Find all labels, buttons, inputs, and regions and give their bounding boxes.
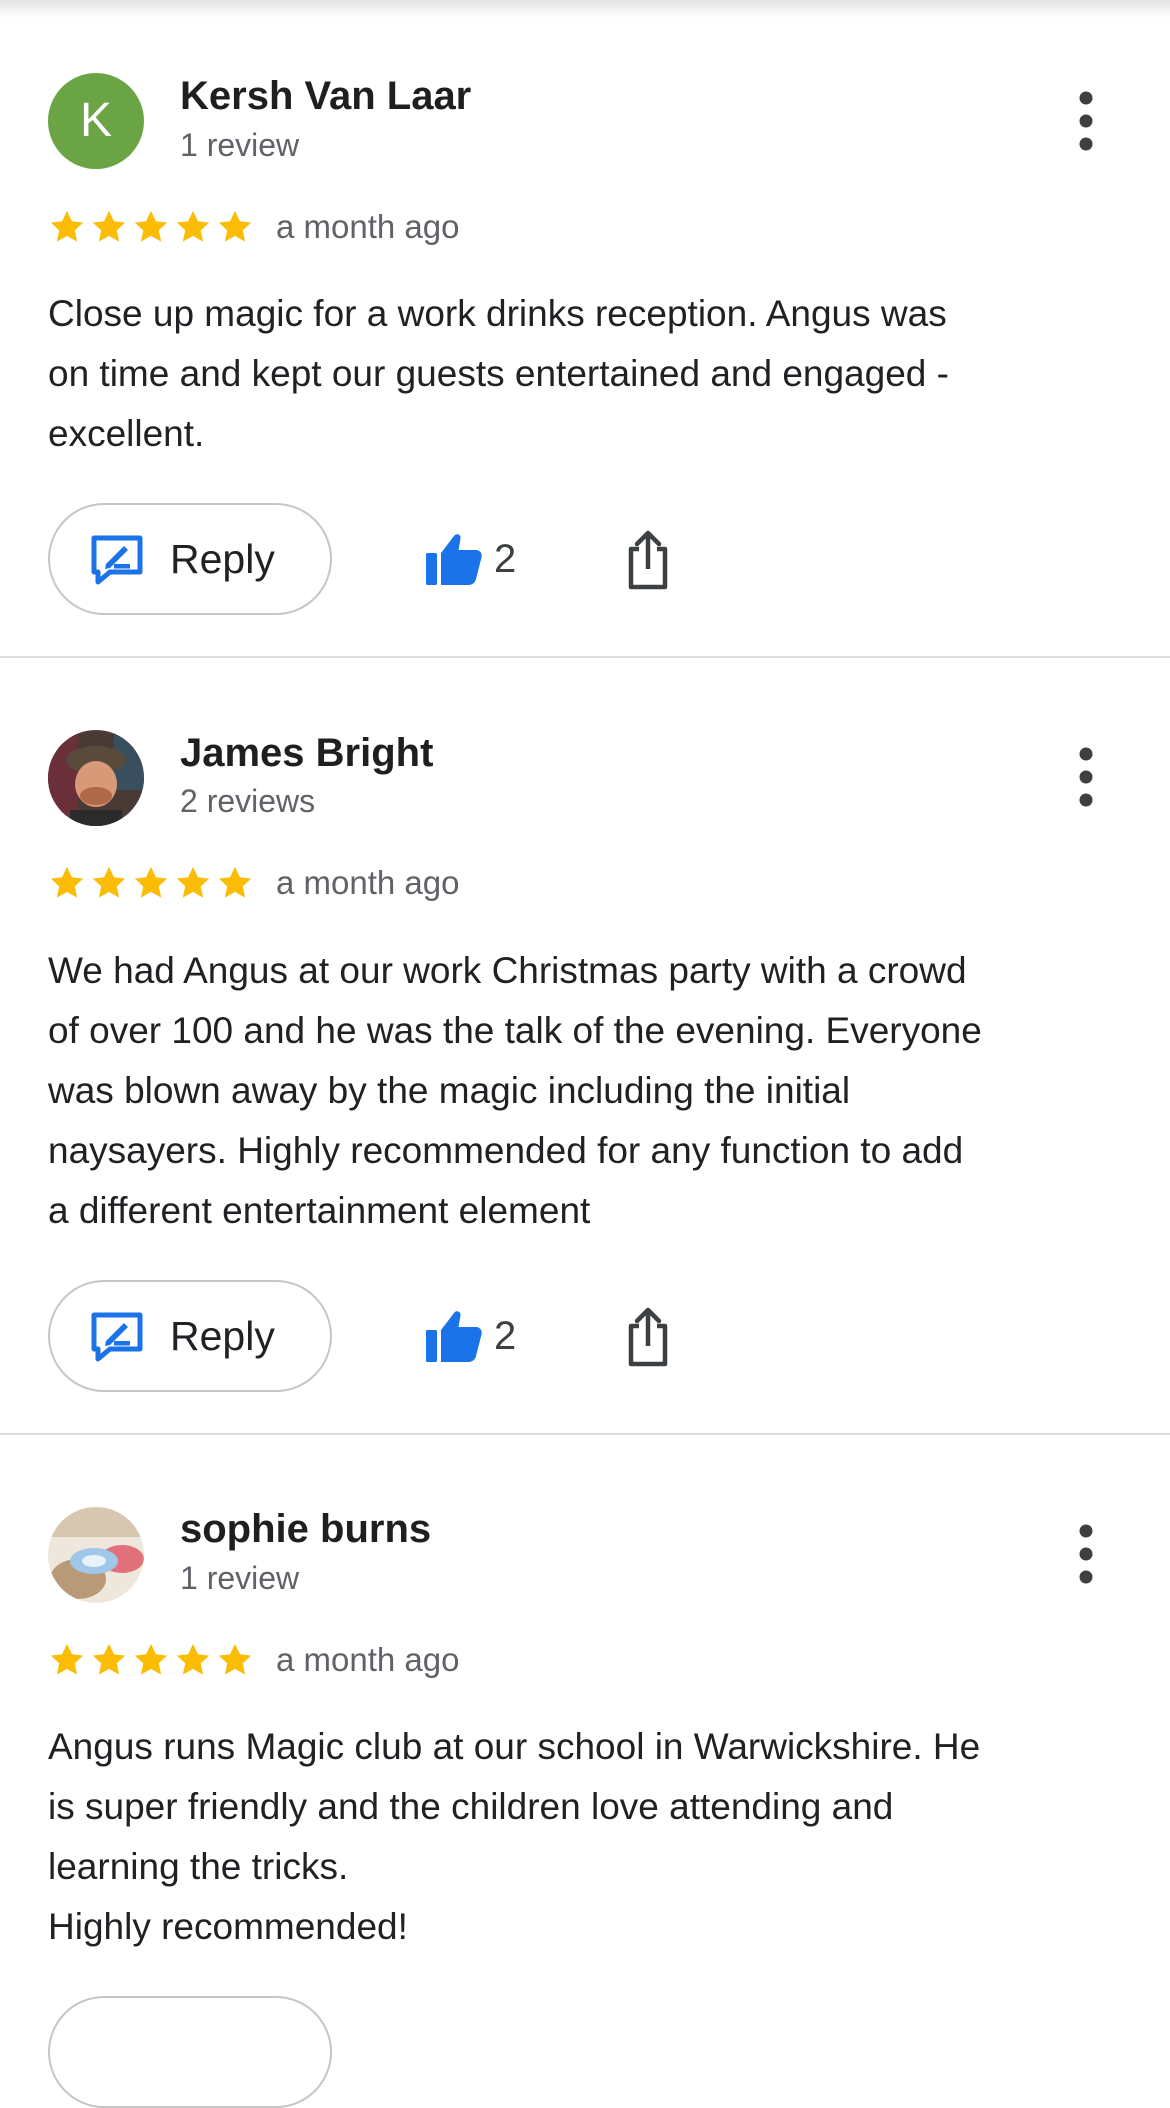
star-icon (174, 1641, 212, 1679)
more-vert-icon (1060, 1519, 1112, 1589)
reviewer-review-count: 1 review (180, 1560, 300, 1596)
more-options-button[interactable] (1060, 1519, 1112, 1589)
star-icon (48, 208, 86, 246)
star-icon (90, 208, 128, 246)
review-date: a month ago (276, 1641, 460, 1678)
like-button[interactable]: 2 (424, 1301, 516, 1371)
like-count: 2 (494, 1313, 517, 1358)
review-text: Close up magic for a work drinks recepti… (48, 293, 949, 454)
star-icon (48, 864, 86, 902)
star-icon (132, 1641, 170, 1679)
star-icon (216, 1641, 254, 1679)
reviewer-name[interactable]: Kersh Van Laar (180, 74, 471, 119)
star-rating (48, 1641, 254, 1679)
rating-row: a month ago (48, 1640, 459, 1680)
avatar-photo (48, 1507, 144, 1603)
review-date: a month ago (276, 864, 460, 901)
avatar[interactable] (48, 1507, 144, 1603)
more-options-button[interactable] (1060, 742, 1112, 812)
star-icon (174, 208, 212, 246)
rating-row: a month ago (48, 863, 459, 903)
star-icon (90, 1641, 128, 1679)
star-icon (216, 208, 254, 246)
reply-edit-icon (90, 1309, 144, 1363)
star-icon (48, 1641, 86, 1679)
review-text: We had Angus at our work Christmas party… (48, 950, 982, 1231)
star-icon (174, 864, 212, 902)
avatar-photo (48, 730, 144, 826)
reply-button[interactable]: Reply (48, 1280, 332, 1392)
thumb-up-icon (424, 529, 484, 589)
review-date: a month ago (276, 208, 460, 245)
review-text: Angus runs Magic club at our school in W… (48, 1726, 981, 1947)
rating-row: a month ago (48, 207, 459, 247)
reply-button[interactable]: Reply (48, 503, 332, 615)
reply-label: Reply (170, 1312, 275, 1359)
reply-button[interactable] (48, 1996, 332, 2108)
star-rating (48, 208, 254, 246)
share-icon (618, 1302, 678, 1372)
more-options-button[interactable] (1060, 86, 1112, 156)
reviewer-review-count: 1 review (180, 127, 300, 163)
star-icon (132, 864, 170, 902)
top-edge-shadow (0, 0, 1170, 18)
reviewer-name[interactable]: sophie burns (180, 1507, 431, 1552)
star-icon (216, 864, 254, 902)
more-vert-icon (1060, 742, 1112, 812)
reviewer-name[interactable]: James Bright (180, 731, 433, 776)
star-rating (48, 864, 254, 902)
reviewer-review-count: 2 reviews (180, 783, 316, 819)
more-vert-icon (1060, 86, 1112, 156)
like-button[interactable]: 2 (424, 524, 516, 594)
share-button[interactable] (618, 525, 678, 595)
star-icon (132, 208, 170, 246)
divider (0, 1433, 1170, 1435)
thumb-up-icon (424, 1306, 484, 1366)
avatar[interactable]: K (48, 73, 144, 169)
avatar[interactable] (48, 730, 144, 826)
reply-edit-icon (90, 532, 144, 586)
reply-label: Reply (170, 535, 275, 582)
star-icon (90, 864, 128, 902)
divider (0, 656, 1170, 658)
share-icon (618, 525, 678, 595)
like-count: 2 (494, 536, 517, 581)
share-button[interactable] (618, 1302, 678, 1372)
